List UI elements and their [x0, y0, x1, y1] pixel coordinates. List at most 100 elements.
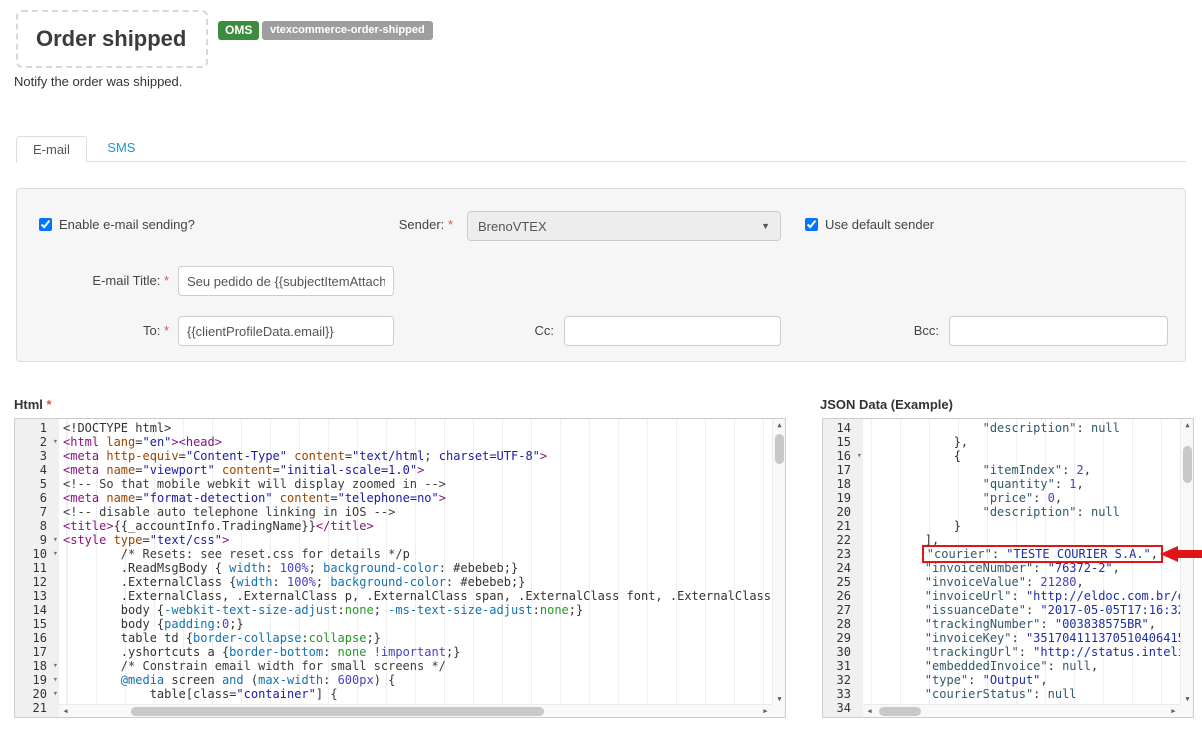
scrollbar-corner [1180, 704, 1193, 717]
cc-input[interactable] [564, 316, 781, 346]
json-editor-gutter: 141516▾171819202122232425262728293031323… [823, 419, 863, 717]
line-number: 7 [15, 505, 59, 519]
enable-email-label: Enable e-mail sending? [59, 217, 195, 232]
tab-sms[interactable]: SMS [91, 135, 151, 162]
scroll-left-icon[interactable]: ◀ [59, 705, 72, 718]
use-default-sender-checkbox[interactable] [805, 218, 818, 231]
scroll-right-icon[interactable]: ▶ [759, 705, 772, 718]
json-data-editor[interactable]: 141516▾171819202122232425262728293031323… [822, 418, 1194, 718]
line-number: 12 [15, 575, 59, 589]
fold-arrow-icon[interactable]: ▾ [53, 687, 58, 701]
code-line: "description": null [867, 421, 1193, 435]
line-number: 23 [823, 547, 863, 561]
line-number: 18 [823, 477, 863, 491]
line-number: 28 [823, 617, 863, 631]
code-line: table[class="container"] { [63, 687, 785, 701]
line-number: 17 [15, 645, 59, 659]
template-title-box: Order shipped [16, 10, 208, 68]
html-editor-vscroll-thumb[interactable] [775, 434, 784, 464]
sender-select[interactable]: BrenoVTEX ▼ [467, 211, 781, 241]
line-number: 1 [15, 421, 59, 435]
scroll-up-icon[interactable]: ▲ [1181, 419, 1194, 432]
code-line: <style type="text/css"> [63, 533, 785, 547]
json-editor-vscroll-thumb[interactable] [1183, 446, 1192, 483]
json-editor-vertical-scrollbar[interactable]: ▲ ▼ [1180, 419, 1193, 706]
code-line: @media screen and (max-width: 600px) { [63, 673, 785, 687]
fold-arrow-icon[interactable]: ▾ [53, 547, 58, 561]
line-number: 19 [823, 491, 863, 505]
json-editor-horizontal-scrollbar[interactable]: ◀ ▶ [863, 704, 1180, 717]
code-line: table td {border-collapse:collapse;} [63, 631, 785, 645]
json-editor-code[interactable]: "description": null }, { "itemIndex": 2,… [863, 419, 1193, 717]
email-title-input[interactable] [178, 266, 394, 296]
email-settings-panel: Enable e-mail sending? Sender: * BrenoVT… [16, 188, 1186, 362]
code-line: "price": 0, [867, 491, 1193, 505]
scroll-left-icon[interactable]: ◀ [863, 705, 876, 718]
template-id-badge: vtexcommerce-order-shipped [262, 21, 433, 40]
line-number: 11 [15, 561, 59, 575]
code-line: .yshortcuts a {border-bottom: none !impo… [63, 645, 785, 659]
to-input[interactable] [178, 316, 394, 346]
html-editor-hscroll-thumb[interactable] [131, 707, 544, 716]
scroll-up-icon[interactable]: ▲ [773, 419, 786, 432]
scroll-right-icon[interactable]: ▶ [1167, 705, 1180, 718]
line-number: 13 [15, 589, 59, 603]
html-editor-code[interactable]: <!DOCTYPE html><html lang="en"><head><me… [59, 419, 785, 717]
code-line: "type": "Output", [867, 673, 1193, 687]
code-line: .ReadMsgBody { width: 100%; background-c… [63, 561, 785, 575]
html-editor-horizontal-scrollbar[interactable]: ◀ ▶ [59, 704, 772, 717]
fold-arrow-icon[interactable]: ▾ [53, 673, 58, 687]
line-number: 18▾ [15, 659, 59, 673]
code-line: <meta http-equiv="Content-Type" content=… [63, 449, 785, 463]
line-number: 31 [823, 659, 863, 673]
line-number: 6 [15, 491, 59, 505]
line-number: 8 [15, 519, 59, 533]
line-number: 29 [823, 631, 863, 645]
line-number: 27 [823, 603, 863, 617]
code-line: "courier": "TESTE COURIER S.A.", [867, 547, 1193, 561]
code-line: /* Constrain email width for small scree… [63, 659, 785, 673]
html-code-editor[interactable]: 12▾3456789▾10▾1112131415161718▾19▾20▾21 … [14, 418, 786, 718]
line-number: 24 [823, 561, 863, 575]
code-line: .ExternalClass {width: 100%; background-… [63, 575, 785, 589]
fold-arrow-icon[interactable]: ▾ [53, 659, 58, 673]
code-line: <title>{{_accountInfo.TradingName}}</tit… [63, 519, 785, 533]
bcc-input[interactable] [949, 316, 1168, 346]
html-editor-vertical-scrollbar[interactable]: ▲ ▼ [772, 419, 785, 706]
sender-selected-value: BrenoVTEX [478, 219, 547, 234]
code-line: /* Resets: see reset.css for details */p [63, 547, 785, 561]
html-editor-gutter: 12▾3456789▾10▾1112131415161718▾19▾20▾21 [15, 419, 59, 717]
line-number: 20▾ [15, 687, 59, 701]
line-number: 33 [823, 687, 863, 701]
code-line: "embeddedInvoice": null, [867, 659, 1193, 673]
code-line: "invoiceKey": "35170411137051040641550 [867, 631, 1193, 645]
code-line: { [867, 449, 1193, 463]
required-asterisk: * [47, 397, 52, 412]
code-line: <!-- So that mobile webkit will display … [63, 477, 785, 491]
tab-email[interactable]: E-mail [16, 136, 87, 163]
annotation-arrow-shaft [1176, 550, 1202, 558]
code-line: }, [867, 435, 1193, 449]
required-asterisk: * [448, 217, 453, 232]
email-title-label: E-mail Title: * [17, 273, 169, 288]
chevron-down-icon: ▼ [761, 221, 770, 231]
line-number: 25 [823, 575, 863, 589]
required-asterisk: * [164, 323, 169, 338]
code-line: <meta name="format-detection" content="t… [63, 491, 785, 505]
sender-label: Sender: * [333, 217, 453, 232]
page-title: Order shipped [36, 26, 186, 52]
line-number: 4 [15, 463, 59, 477]
fold-arrow-icon[interactable]: ▾ [53, 533, 58, 547]
fold-arrow-icon[interactable]: ▾ [857, 449, 862, 463]
order-shipped-template-page: Order shipped OMS vtexcommerce-order-shi… [0, 0, 1202, 734]
json-editor-hscroll-thumb[interactable] [879, 707, 921, 716]
line-number: 14 [823, 421, 863, 435]
line-number: 22 [823, 533, 863, 547]
line-number: 5 [15, 477, 59, 491]
code-line: "invoiceUrl": "http://eldoc.com.br/eld [867, 589, 1193, 603]
tab-bar: E-mail SMS [16, 135, 1186, 162]
enable-email-checkbox[interactable] [39, 218, 52, 231]
to-label: To: * [17, 323, 169, 338]
fold-arrow-icon[interactable]: ▾ [53, 435, 58, 449]
line-number: 21 [15, 701, 59, 715]
